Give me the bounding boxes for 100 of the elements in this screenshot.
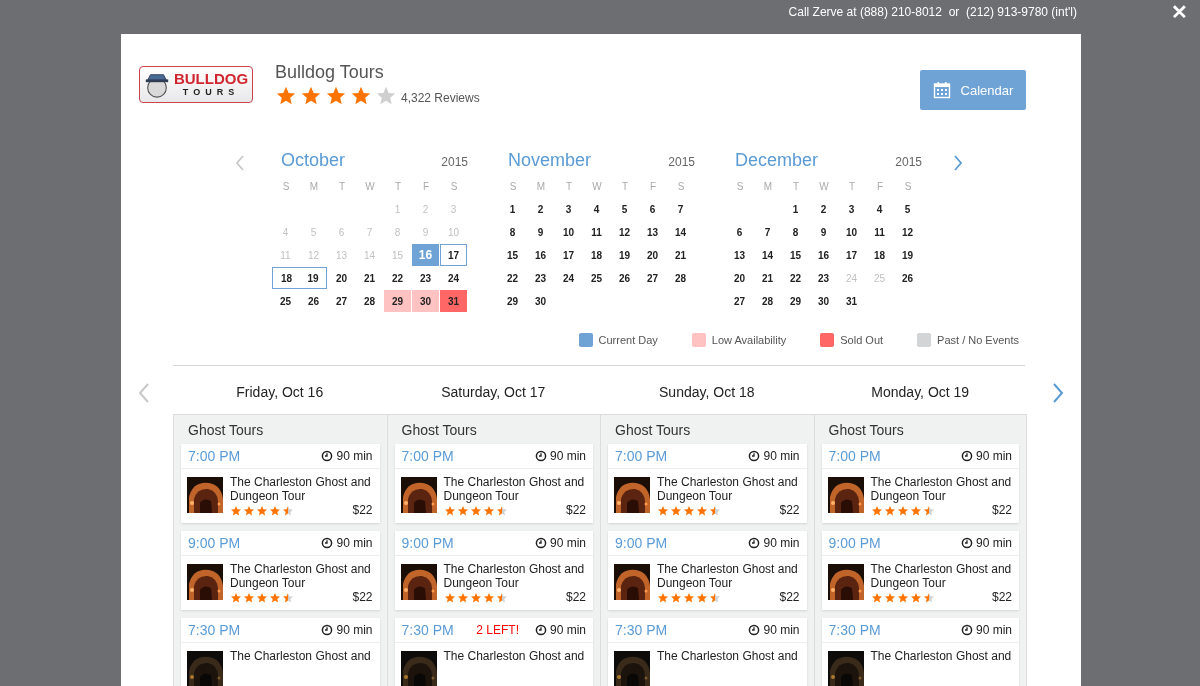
- clock-icon: [321, 624, 334, 636]
- calendar-day[interactable]: 25: [583, 267, 610, 289]
- tour-card[interactable]: 7:30 PM 90 min The Charleston Ghost and: [181, 618, 380, 686]
- calendar-day[interactable]: 30: [810, 290, 837, 312]
- calendar-day[interactable]: 3: [838, 198, 865, 220]
- tour-time: 7:00 PM: [401, 448, 454, 464]
- calendar-day[interactable]: 1: [782, 198, 809, 220]
- calendar-day[interactable]: 28: [754, 290, 781, 312]
- tour-card[interactable]: 7:00 PM 90 min The Charleston Ghost and Dungeon Tour $22: [181, 444, 380, 523]
- calendar-day[interactable]: 29: [499, 290, 526, 312]
- calendar-day[interactable]: 23: [810, 267, 837, 289]
- calendar-day[interactable]: 21: [754, 267, 781, 289]
- tour-price: $22: [991, 503, 1012, 517]
- calendar-day[interactable]: 9: [527, 221, 554, 243]
- clock-icon: [534, 450, 547, 462]
- calendar-day[interactable]: 17: [440, 244, 467, 266]
- review-count: 4,322 Reviews: [401, 91, 480, 105]
- calendar-day[interactable]: 29: [384, 290, 411, 312]
- calendar-day[interactable]: 16: [527, 244, 554, 266]
- calendar-day[interactable]: 20: [639, 244, 666, 266]
- calendar-day[interactable]: 31: [440, 290, 467, 312]
- calendar-day[interactable]: 3: [555, 198, 582, 220]
- calendar-day[interactable]: 12: [611, 221, 638, 243]
- calendar-day[interactable]: 15: [782, 244, 809, 266]
- calendar-day[interactable]: 20: [328, 267, 355, 289]
- calendar-day[interactable]: 17: [555, 244, 582, 266]
- calendar-day[interactable]: 10: [838, 221, 865, 243]
- calendar-day[interactable]: 22: [384, 267, 411, 289]
- calendar-day[interactable]: 1: [499, 198, 526, 220]
- calendar-day[interactable]: 25: [272, 290, 299, 312]
- calendar-day[interactable]: 11: [583, 221, 610, 243]
- calendar-day[interactable]: 9: [810, 221, 837, 243]
- calendar-day[interactable]: 26: [611, 267, 638, 289]
- calendar-day[interactable]: 28: [356, 290, 383, 312]
- calendar-day[interactable]: 23: [412, 267, 439, 289]
- calendar-day[interactable]: 22: [499, 267, 526, 289]
- calendar-day[interactable]: 24: [555, 267, 582, 289]
- calendar-day[interactable]: 5: [611, 198, 638, 220]
- calendar-day[interactable]: 26: [300, 290, 327, 312]
- calendar-day[interactable]: 11: [866, 221, 893, 243]
- tour-time: 9:00 PM: [188, 535, 241, 551]
- calendar-day[interactable]: 10: [555, 221, 582, 243]
- weekday-label: W: [364, 180, 376, 194]
- tour-card[interactable]: 7:30 PM 2 LEFT! 90 min The Charleston Ghost and: [394, 618, 593, 686]
- calendar-day[interactable]: 8: [499, 221, 526, 243]
- calendar-day[interactable]: 13: [639, 221, 666, 243]
- tour-card[interactable]: 7:00 PM 90 min The Charleston Ghost and Dungeon Tour $22: [608, 444, 807, 523]
- calendar-day[interactable]: 7: [667, 198, 694, 220]
- tour-card[interactable]: 7:30 PM 90 min The Charleston Ghost and: [608, 618, 807, 686]
- calendar-day[interactable]: 27: [639, 267, 666, 289]
- calendar-day[interactable]: 4: [583, 198, 610, 220]
- calendar-day[interactable]: 28: [667, 267, 694, 289]
- calendar-day[interactable]: 26: [894, 267, 921, 289]
- calendar-day[interactable]: 21: [667, 244, 694, 266]
- calendar-day[interactable]: 30: [527, 290, 554, 312]
- calendar-day[interactable]: 19: [894, 244, 921, 266]
- calendar-day[interactable]: 27: [726, 290, 753, 312]
- calendar-day[interactable]: 24: [440, 267, 467, 289]
- legend-label: Low Availability: [711, 334, 787, 346]
- tour-card[interactable]: 7:00 PM 90 min The Charleston Ghost and Dungeon Tour $22: [394, 444, 593, 523]
- calendar-day[interactable]: 21: [356, 267, 383, 289]
- calendar-day[interactable]: 2: [810, 198, 837, 220]
- close-button[interactable]: ✕: [1171, 0, 1188, 24]
- calendar-day[interactable]: 13: [726, 244, 753, 266]
- tour-card[interactable]: 9:00 PM 90 min The Charleston Ghost and Dungeon Tour $22: [394, 531, 593, 610]
- calendar-day[interactable]: 19: [611, 244, 638, 266]
- tour-title: The Charleston Ghost and Dungeon Tour: [657, 475, 799, 503]
- tour-title: The Charleston Ghost and: [230, 649, 372, 663]
- calendar-day[interactable]: 16: [810, 244, 837, 266]
- calendar-day[interactable]: 8: [782, 221, 809, 243]
- tour-card[interactable]: 9:00 PM 90 min The Charleston Ghost and Dungeon Tour $22: [821, 531, 1019, 610]
- calendar-day[interactable]: 12: [894, 221, 921, 243]
- calendar-day[interactable]: 20: [726, 267, 753, 289]
- calendar-day[interactable]: 14: [754, 244, 781, 266]
- tour-time: 7:30 PM: [828, 622, 881, 638]
- tour-time: 9:00 PM: [401, 535, 454, 551]
- calendar-day[interactable]: 18: [272, 267, 300, 289]
- calendar-day[interactable]: 22: [782, 267, 809, 289]
- calendar-day[interactable]: 23: [527, 267, 554, 289]
- calendar-day[interactable]: 27: [328, 290, 355, 312]
- calendar-day[interactable]: 18: [866, 244, 893, 266]
- tour-time: 7:00 PM: [188, 448, 241, 464]
- calendar-day[interactable]: 29: [782, 290, 809, 312]
- calendar-day[interactable]: 6: [639, 198, 666, 220]
- calendar-day[interactable]: 14: [667, 221, 694, 243]
- calendar-day[interactable]: 2: [527, 198, 554, 220]
- calendar-day[interactable]: 5: [894, 198, 921, 220]
- calendar-day[interactable]: 31: [838, 290, 865, 312]
- calendar-day[interactable]: 4: [866, 198, 893, 220]
- calendar-day[interactable]: 15: [499, 244, 526, 266]
- calendar-day[interactable]: 18: [583, 244, 610, 266]
- calendar-day[interactable]: 7: [754, 221, 781, 243]
- tour-card[interactable]: 9:00 PM 90 min The Charleston Ghost and Dungeon Tour $22: [181, 531, 380, 610]
- calendar-day[interactable]: 30: [412, 290, 439, 312]
- tour-card[interactable]: 7:00 PM 90 min The Charleston Ghost and Dungeon Tour $22: [821, 444, 1019, 523]
- calendar-day[interactable]: 6: [726, 221, 753, 243]
- tour-card[interactable]: 9:00 PM 90 min The Charleston Ghost and Dungeon Tour $22: [608, 531, 807, 610]
- calendar-day[interactable]: 19: [300, 267, 327, 289]
- tour-card[interactable]: 7:30 PM 90 min The Charleston Ghost and: [821, 618, 1019, 686]
- calendar-day[interactable]: 17: [838, 244, 865, 266]
